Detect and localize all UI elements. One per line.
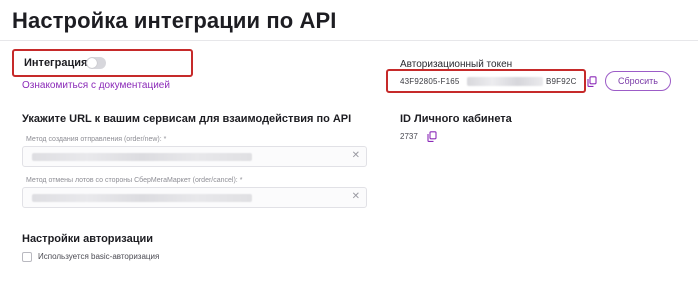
page-title: Настройка интеграции по API bbox=[12, 8, 337, 33]
header-divider bbox=[0, 40, 698, 41]
redacted-value bbox=[32, 194, 252, 202]
integration-toggle[interactable] bbox=[86, 57, 106, 69]
cabinet-id-value: 2737 bbox=[400, 132, 418, 141]
basic-auth-checkbox[interactable] bbox=[22, 252, 32, 262]
order-new-url-input[interactable]: ✕ bbox=[22, 146, 367, 167]
basic-auth-label: Используется basic-авторизация bbox=[38, 252, 160, 261]
urls-section-heading: Укажите URL к вашим сервисам для взаимод… bbox=[22, 113, 352, 125]
close-icon[interactable]: ✕ bbox=[352, 150, 360, 161]
order-cancel-url-input[interactable]: ✕ bbox=[22, 187, 367, 208]
integration-label: Интеграция bbox=[24, 57, 88, 69]
order-cancel-field-label: Метод отмены лотов со стороны СберМегаМа… bbox=[26, 177, 243, 184]
docs-link[interactable]: Ознакомиться с документацией bbox=[22, 80, 170, 91]
copy-icon[interactable] bbox=[587, 76, 597, 87]
auth-section-heading: Настройки авторизации bbox=[22, 233, 153, 245]
redacted-value bbox=[32, 153, 252, 161]
token-value-end: B9F92C bbox=[546, 77, 577, 86]
reset-token-button[interactable]: Сбросить bbox=[605, 71, 671, 91]
toggle-knob bbox=[87, 58, 97, 68]
cabinet-id-label: ID Личного кабинета bbox=[400, 113, 512, 125]
order-new-field-label: Метод создания отправления (order/new): … bbox=[26, 136, 167, 143]
close-icon[interactable]: ✕ bbox=[352, 191, 360, 202]
token-value-start: 43F92805-F165 bbox=[400, 77, 460, 86]
copy-icon[interactable] bbox=[427, 131, 437, 142]
token-redacted bbox=[467, 77, 543, 86]
